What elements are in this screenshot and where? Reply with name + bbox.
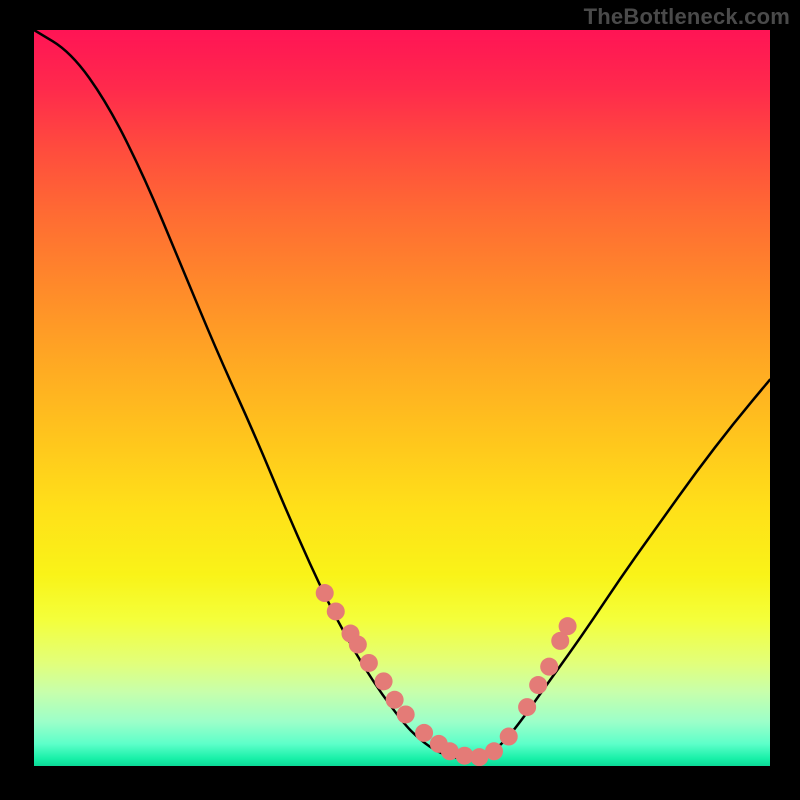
marker-dot: [349, 636, 367, 654]
marker-dot: [386, 691, 404, 709]
marker-dot: [397, 705, 415, 723]
marker-dot: [375, 672, 393, 690]
marker-dot: [485, 742, 503, 760]
marker-dot: [415, 724, 433, 742]
marker-dot: [500, 728, 518, 746]
watermark-text: TheBottleneck.com: [584, 4, 790, 30]
marker-dot: [327, 602, 345, 620]
chart-svg: [34, 30, 770, 766]
plot-area: [34, 30, 770, 766]
bottleneck-curve-line: [34, 30, 770, 759]
marker-dot: [559, 617, 577, 635]
chart-frame: TheBottleneck.com: [0, 0, 800, 800]
marker-dot: [518, 698, 536, 716]
marker-dot: [316, 584, 334, 602]
curve-marker-dots: [316, 584, 577, 766]
marker-dot: [529, 676, 547, 694]
marker-dot: [360, 654, 378, 672]
marker-dot: [540, 658, 558, 676]
